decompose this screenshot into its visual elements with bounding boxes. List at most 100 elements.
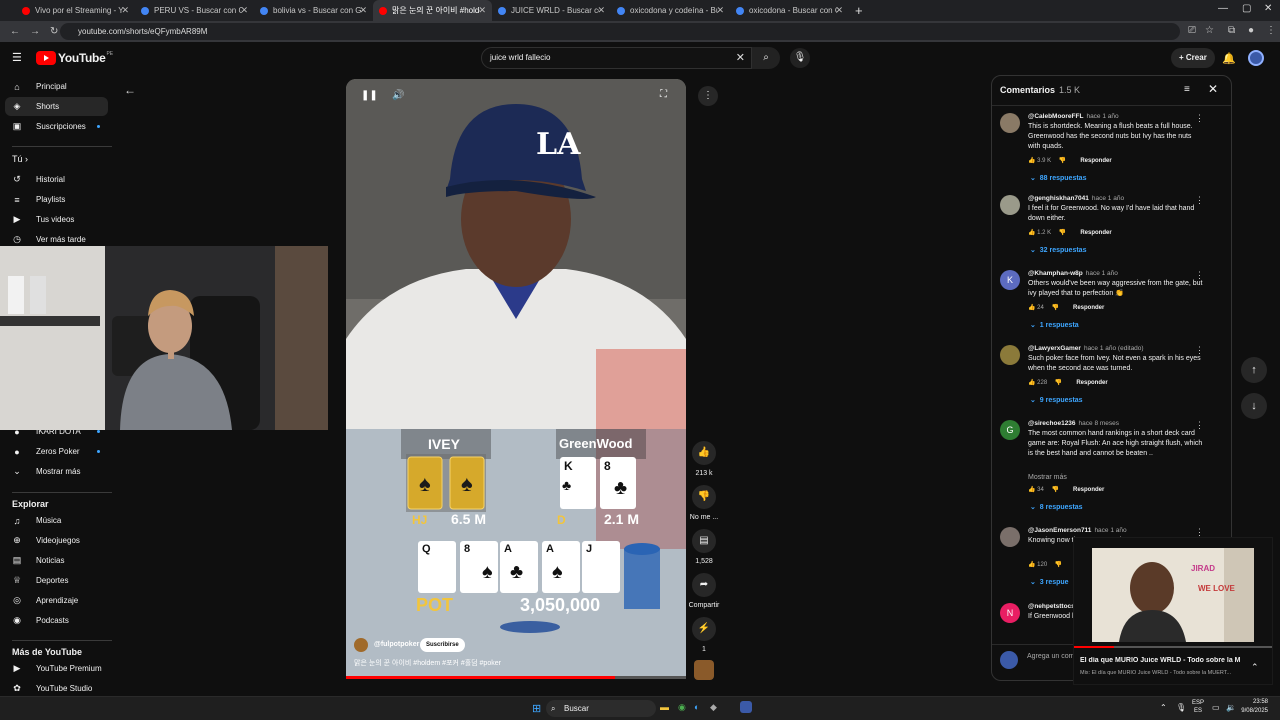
maximize-button[interactable]: ▢ xyxy=(1242,3,1251,14)
miniplayer-progress[interactable] xyxy=(1074,646,1272,648)
sidebar-item-explore-0[interactable]: ♫ Música xyxy=(5,511,108,530)
previous-short-button[interactable]: ↑ xyxy=(1241,357,1267,383)
reply-button[interactable]: Responder xyxy=(1073,487,1104,493)
comment-user[interactable]: @genghiskhan7041 xyxy=(1028,195,1089,202)
comment-user[interactable]: @nehpetsttocs xyxy=(1028,603,1075,610)
comment-avatar[interactable] xyxy=(1000,195,1020,215)
remix-button[interactable]: ⚡ 1 xyxy=(689,617,719,653)
sidebar-item-you-2[interactable]: ▶ Tus videos xyxy=(5,210,108,229)
tab-close-icon[interactable]: ✕ xyxy=(716,5,724,16)
create-button[interactable]: + Crear xyxy=(1171,48,1215,68)
app-icon[interactable]: ◆ xyxy=(710,702,717,713)
view-replies-button[interactable]: ⌄ 3 respue xyxy=(1030,578,1069,586)
comment-like-icon[interactable]: 👍 xyxy=(1028,158,1035,164)
browser-menu-icon[interactable]: ⋮ xyxy=(1266,25,1276,36)
profile-icon[interactable]: ● xyxy=(1248,25,1254,36)
browser-tab[interactable]: PERU VS - Buscar con Google✕ xyxy=(135,0,254,21)
like-button[interactable]: 👍 213 k xyxy=(689,441,719,477)
network-icon[interactable]: ▭ xyxy=(1212,703,1220,712)
comment-like-icon[interactable]: 👍 xyxy=(1028,380,1035,386)
clear-search-icon[interactable]: ✕ xyxy=(736,48,745,68)
expand-icon[interactable]: ⌃ xyxy=(1251,662,1259,673)
you-section-header[interactable]: Tú › xyxy=(12,154,28,164)
sidebar-item-suscripciones[interactable]: ▣ Suscripciones xyxy=(5,117,108,136)
comment-like-icon[interactable]: 👍 xyxy=(1028,230,1035,236)
comment-dislike-icon[interactable]: 👎 xyxy=(1055,380,1062,386)
show-more-button[interactable]: ⌄ Mostrar más xyxy=(5,462,108,481)
more-options-icon[interactable]: ⋮ xyxy=(698,86,718,106)
browser-tab[interactable]: bolivia vs - Buscar con Google✕ xyxy=(254,0,373,21)
comment-user[interactable]: @LawyerxGamer xyxy=(1028,345,1081,352)
sidebar-item-shorts[interactable]: ◈ Shorts xyxy=(5,97,108,116)
share-button[interactable]: ➦ Compartir xyxy=(687,573,721,609)
comment-avatar[interactable] xyxy=(1000,527,1020,547)
volume-icon[interactable]: 🔊 xyxy=(392,90,404,101)
back-arrow-icon[interactable]: ← xyxy=(124,83,136,97)
browser-tab[interactable]: Vivo por el Streaming - YouTube✕ xyxy=(16,0,135,21)
comment-like-icon[interactable]: 👍 xyxy=(1028,487,1035,493)
chrome-icon[interactable]: ◉ xyxy=(678,702,686,713)
comment-dislike-icon[interactable]: 👎 xyxy=(1059,230,1066,236)
close-comments-icon[interactable]: ✕ xyxy=(1208,82,1218,96)
comment-avatar[interactable]: G xyxy=(1000,420,1020,440)
comment-user[interactable]: @sirechoe1236 xyxy=(1028,420,1076,427)
view-replies-button[interactable]: ⌄ 1 respuesta xyxy=(1030,321,1079,329)
cast-icon[interactable]: ⎚ xyxy=(1188,25,1196,36)
add-comment-input[interactable]: Agrega un com xyxy=(1027,653,1074,660)
sidebar-item-premium[interactable]: ▶ YouTube Premium xyxy=(5,659,108,678)
comments-button[interactable]: ▤ 1,528 xyxy=(689,529,719,565)
sort-icon[interactable]: ≡ xyxy=(1184,84,1190,95)
comment-user[interactable]: @JasonEmerson711 xyxy=(1028,527,1091,534)
sidebar-item-explore-3[interactable]: ♕ Deportes xyxy=(5,571,108,590)
tab-close-icon[interactable]: ✕ xyxy=(478,5,486,16)
view-replies-button[interactable]: ⌄ 9 respuestas xyxy=(1030,396,1083,404)
view-replies-button[interactable]: ⌄ 8 respuestas xyxy=(1030,503,1083,511)
edge-icon[interactable]: ◐ xyxy=(694,702,699,712)
hamburger-menu-icon[interactable]: ☰ xyxy=(12,51,22,64)
youtube-logo[interactable]: YouTube PE xyxy=(36,51,113,65)
reply-button[interactable]: Responder xyxy=(1080,230,1111,236)
browser-tab[interactable]: 맑은 눈의 꾼 아이비 #holdem✕ xyxy=(373,0,492,21)
fullscreen-icon[interactable]: ⛶ xyxy=(660,89,667,100)
reply-button[interactable]: Responder xyxy=(1080,158,1111,164)
tab-close-icon[interactable]: ✕ xyxy=(121,5,129,16)
clock[interactable]: 23:58 9/08/2025 xyxy=(1240,698,1268,716)
view-replies-button[interactable]: ⌄ 32 respuestas xyxy=(1030,246,1086,254)
miniplayer[interactable]: JIRAD WE LOVE El día que MURIÓ Juice WRL… xyxy=(1073,537,1273,685)
tray-mic-icon[interactable]: 🎙 xyxy=(1176,703,1186,712)
reply-button[interactable]: Responder xyxy=(1076,380,1107,386)
sidebar-item-you-1[interactable]: ≡ Playlists xyxy=(5,190,108,209)
comment-like-icon[interactable]: 👍 xyxy=(1028,562,1035,568)
comment-dislike-icon[interactable]: 👎 xyxy=(1055,562,1062,568)
comment-user[interactable]: @CalebMooreFFL xyxy=(1028,113,1083,120)
comment-dislike-icon[interactable]: 👎 xyxy=(1052,305,1059,311)
reply-button[interactable]: Responder xyxy=(1073,305,1104,311)
channel-avatar[interactable] xyxy=(354,638,368,652)
notifications-bell-icon[interactable]: 🔔 xyxy=(1222,52,1236,65)
language-indicator[interactable]: ESP ES xyxy=(1192,699,1204,715)
subscribe-button[interactable]: Suscribirse xyxy=(420,638,465,652)
bookmark-star-icon[interactable]: ☆ xyxy=(1205,25,1214,36)
dislike-button[interactable]: 👎 No me ... xyxy=(689,485,719,521)
back-icon[interactable]: ← xyxy=(10,26,20,37)
taskbar-search[interactable]: ⌕ Buscar xyxy=(546,700,656,717)
comment-avatar[interactable] xyxy=(1000,345,1020,365)
tray-chevron-icon[interactable]: ⌃ xyxy=(1160,703,1167,712)
sidebar-item-explore-1[interactable]: ⊕ Videojuegos xyxy=(5,531,108,550)
tab-close-icon[interactable]: ✕ xyxy=(359,5,367,16)
comment-user[interactable]: @Khamphan-w8p xyxy=(1028,270,1083,277)
new-tab-button[interactable]: + xyxy=(855,3,863,18)
voice-search-button[interactable]: 🎙 xyxy=(790,48,810,68)
browser-tab[interactable]: oxicodona - Buscar con Google✕ xyxy=(730,0,849,21)
extensions-icon[interactable]: ⧉ xyxy=(1228,25,1235,36)
comment-avatar[interactable]: N xyxy=(1000,603,1020,623)
pause-icon[interactable]: ❚❚ xyxy=(361,90,378,101)
sidebar-item-you-0[interactable]: ↺ Historial xyxy=(5,170,108,189)
close-window-button[interactable]: ✕ xyxy=(1264,3,1272,14)
active-app-icon[interactable] xyxy=(740,701,752,713)
forward-icon[interactable]: → xyxy=(30,26,40,37)
browser-tab[interactable]: oxicodona y codeína - Buscar c✕ xyxy=(611,0,730,21)
channel-name[interactable]: @fulpotpoker xyxy=(374,641,419,648)
comment-dislike-icon[interactable]: 👎 xyxy=(1059,158,1066,164)
sidebar-item-explore-5[interactable]: ◉ Podcasts xyxy=(5,611,108,630)
